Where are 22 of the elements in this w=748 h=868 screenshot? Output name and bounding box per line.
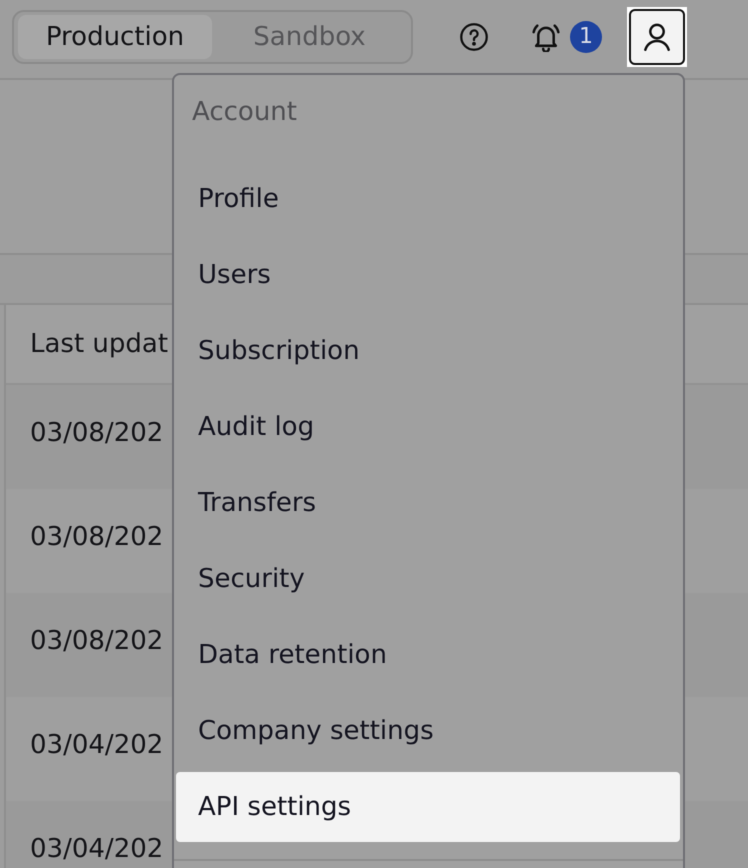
column-header: Last updat [30, 328, 168, 360]
menu-heading: Account [191, 96, 298, 129]
date-text: 03/08/202 [30, 521, 164, 553]
user-icon [643, 23, 671, 51]
date-text: 03/04/202 [30, 729, 164, 761]
menu-item[interactable]: Audit log [176, 392, 680, 462]
date-text: 03/04/202 [30, 833, 164, 865]
menu-item[interactable]: API settings [176, 772, 680, 842]
environment-tab[interactable]: Production [18, 15, 212, 59]
menu-item[interactable]: Data retention [176, 620, 680, 690]
help-icon[interactable] [460, 23, 488, 51]
bell-icon[interactable] [532, 22, 560, 52]
menu-item[interactable]: Company settings [176, 696, 680, 766]
menu-item[interactable]: Profile [176, 164, 680, 234]
date-text: 03/08/202 [30, 417, 164, 449]
menu-item[interactable]: Subscription [176, 316, 680, 386]
menu-item[interactable]: Security [176, 544, 680, 614]
menu-item[interactable]: Transfers [176, 468, 680, 538]
notification-badge: 1 [570, 21, 602, 53]
date-text: 03/08/202 [30, 625, 164, 657]
menu-item[interactable]: Users [176, 240, 680, 310]
account-button[interactable] [627, 7, 687, 67]
